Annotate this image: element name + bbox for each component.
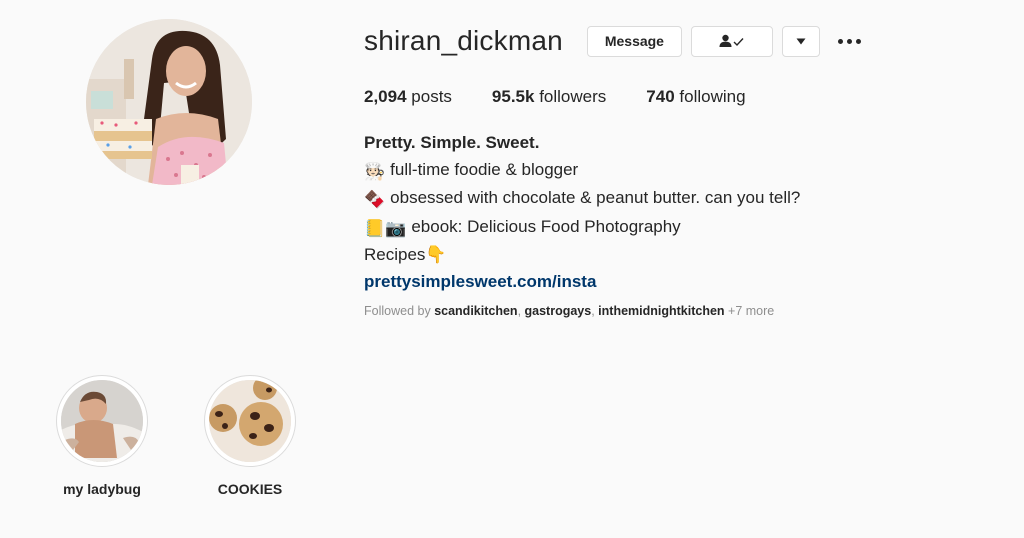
- posts-stat: 2,094 posts: [364, 86, 452, 108]
- ellipsis-dot: [855, 38, 861, 44]
- followers-label: followers: [539, 87, 607, 106]
- following-button[interactable]: [690, 25, 773, 57]
- bio-line: 🍫 obsessed with chocolate & peanut butter…: [364, 185, 800, 214]
- followed-by-account: scandikitchen: [434, 304, 518, 318]
- followed-by-account: gastrogays: [524, 304, 592, 318]
- bio-line-text: obsessed with chocolate & peanut butter.…: [390, 188, 801, 207]
- ellipsis-dot: [837, 38, 843, 44]
- followed-by-prefix: Followed by: [364, 304, 431, 318]
- baby-photo-image: [61, 380, 143, 462]
- posts-label: posts: [411, 87, 452, 106]
- bio-recipes-line: Recipes👇: [364, 242, 800, 269]
- bio-line-text: full-time foodie & blogger: [390, 159, 579, 179]
- highlight-cover: [61, 380, 143, 462]
- followed-by[interactable]: Followed by scandikitchen, gastrogays, i…: [364, 302, 774, 320]
- highlight-cover: [209, 380, 291, 462]
- person-check-icon: [719, 34, 744, 47]
- highlight-label: my ladybug: [63, 481, 141, 497]
- profile-bio: Pretty. Simple. Sweet. 🧑🏻‍🍳 full-time foo…: [364, 130, 800, 295]
- profile-header: shiran_dickman Message: [364, 24, 865, 58]
- posts-count: 2,094: [364, 87, 407, 106]
- username: shiran_dickman: [364, 25, 563, 56]
- suggestions-dropdown-button[interactable]: [781, 25, 820, 57]
- chef-emoji-icon: 🧑🏻‍🍳: [364, 161, 386, 181]
- cookies-photo-image: [209, 380, 291, 462]
- ellipsis-dot: [846, 38, 852, 44]
- following-count: 740: [646, 87, 675, 106]
- followed-by-more: +7 more: [728, 304, 775, 318]
- followers-count: 95.5k: [491, 87, 535, 106]
- chocolate-emoji-icon: 🍫: [364, 190, 386, 209]
- bio-link-line: prettysimplesweet.com/insta: [364, 269, 800, 296]
- ellipsis-icon[interactable]: [834, 26, 865, 57]
- followers-stat[interactable]: 95.5k followers: [492, 86, 606, 108]
- profile-page: shiran_dickman Message 2,094 posts 95.5k…: [0, 0, 1024, 538]
- profile-stats: 2,094 posts 95.5k followers 740 followin…: [364, 86, 786, 108]
- caret-down-icon: [796, 38, 806, 44]
- bio-line: 🧑🏻‍🍳 full-time foodie & blogger: [364, 157, 800, 186]
- bio-name: Pretty. Simple. Sweet.: [364, 133, 540, 152]
- profile-avatar[interactable]: [86, 19, 252, 185]
- notebook-camera-emoji-icon: 📒📷: [364, 218, 407, 238]
- pointing-down-emoji-icon: 👇: [425, 245, 447, 264]
- followed-by-account: inthemidnightkitchen: [598, 304, 725, 318]
- following-label: following: [679, 87, 746, 106]
- profile-photo-image: [86, 19, 252, 185]
- highlight-ring: [204, 375, 296, 467]
- bio-line: 📒📷 ebook: Delicious Food Photography: [364, 214, 800, 243]
- highlight-label: COOKIES: [217, 481, 283, 497]
- highlight-ring: [56, 375, 148, 467]
- story-highlight[interactable]: my ladybug: [52, 375, 152, 497]
- message-button[interactable]: Message: [586, 25, 682, 57]
- story-highlight[interactable]: COOKIES: [200, 375, 300, 497]
- bio-website-link[interactable]: prettysimplesweet.com/insta: [364, 272, 596, 291]
- bio-line-text: ebook: Delicious Food Photography: [411, 216, 681, 236]
- following-stat[interactable]: 740 following: [646, 86, 745, 108]
- bio-recipes-text: Recipes: [364, 245, 426, 264]
